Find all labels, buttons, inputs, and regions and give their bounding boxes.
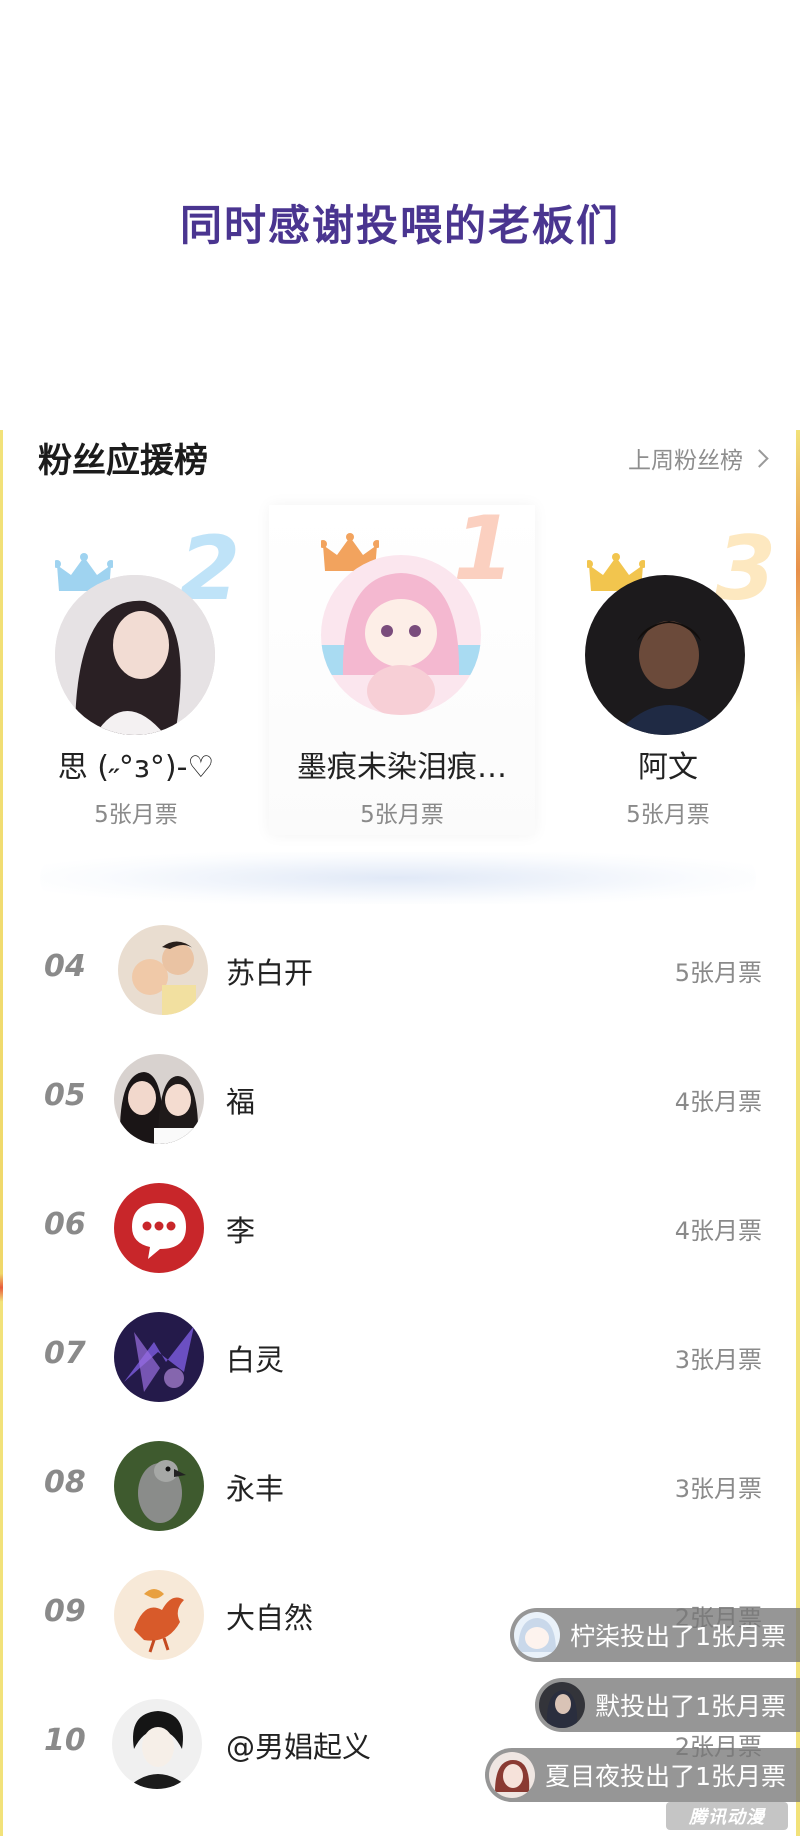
rank-number: 10 xyxy=(44,1723,86,1758)
podium-shadow-decoration xyxy=(40,852,756,904)
podium-votes: 5张月票 xyxy=(94,802,178,828)
avatar xyxy=(514,1612,561,1658)
avatar xyxy=(114,1570,204,1660)
toast-text: 默投出了1张月票 xyxy=(595,1692,786,1721)
podium-votes: 5张月票 xyxy=(360,802,444,828)
avatar xyxy=(585,575,745,735)
list-item[interactable]: 04 苏白开 5张月票 xyxy=(0,905,800,1033)
list-item[interactable]: 06 李 4张月票 xyxy=(0,1163,800,1291)
podium-name: 墨痕未染泪痕… xyxy=(297,750,507,785)
rank-number: 3 xyxy=(715,517,777,620)
rank-number: 06 xyxy=(44,1207,86,1242)
toast-text: 柠柒投出了1张月票 xyxy=(570,1622,786,1651)
podium-name: 阿文 xyxy=(638,750,698,785)
vote-count: 4张月票 xyxy=(674,1217,762,1245)
fan-name: @男娼起义 xyxy=(226,1730,372,1764)
avatar xyxy=(489,1752,536,1798)
fan-name: 苏白开 xyxy=(226,956,314,990)
list-item[interactable]: 08 永丰 3张月票 xyxy=(0,1421,800,1549)
rank-number: 07 xyxy=(44,1336,86,1371)
avatar xyxy=(114,1312,204,1402)
vote-count: 5张月票 xyxy=(674,959,762,987)
vote-toast: 默投出了1张月票 xyxy=(535,1678,800,1732)
avatar xyxy=(114,1183,204,1273)
fan-name: 永丰 xyxy=(226,1472,285,1506)
banner-title: 同时感谢投喂的老板们 xyxy=(179,201,620,250)
avatar xyxy=(118,925,208,1015)
avatar xyxy=(114,1054,204,1144)
toast-text: 夏目夜投出了1张月票 xyxy=(545,1762,786,1791)
rank-number: 09 xyxy=(44,1594,86,1629)
podium-name: 思 (˶°з°)-♡ xyxy=(57,750,215,785)
last-week-ranking-link[interactable]: 上周粉丝榜 xyxy=(628,441,769,475)
fan-name: 大自然 xyxy=(226,1601,314,1635)
fan-name: 李 xyxy=(226,1214,256,1248)
vote-count: 4张月票 xyxy=(674,1088,762,1116)
fan-name: 白灵 xyxy=(226,1343,285,1377)
avatar xyxy=(321,555,481,715)
podium-rank-2[interactable]: 2 思 (˶°з°)-♡ 5张月票 xyxy=(3,505,269,835)
avatar xyxy=(112,1699,202,1789)
avatar xyxy=(114,1441,204,1531)
fan-name: 福 xyxy=(226,1085,256,1119)
watermark-logo: 腾讯动漫 xyxy=(666,1802,788,1830)
rank-number: 08 xyxy=(44,1465,86,1500)
rank-number: 04 xyxy=(44,949,86,984)
avatar xyxy=(539,1682,586,1728)
podium-rank-3[interactable]: 3 阿文 5张月票 xyxy=(535,505,800,835)
vote-toast: 柠柒投出了1张月票 xyxy=(510,1608,800,1662)
avatar xyxy=(55,575,215,735)
list-item[interactable]: 05 福 4张月票 xyxy=(0,1034,800,1162)
podium-rank-1[interactable]: 1 墨痕未染泪痕… 5张月票 xyxy=(269,505,535,835)
podium-votes: 5张月票 xyxy=(626,802,710,828)
banner: 同时感谢投喂的老板们 xyxy=(0,0,800,430)
ranking-title: 粉丝应援榜 xyxy=(38,441,208,481)
vote-toast: 夏目夜投出了1张月票 xyxy=(485,1748,800,1802)
vote-count: 3张月票 xyxy=(674,1346,762,1374)
rank-number: 1 xyxy=(453,497,515,600)
list-item[interactable]: 07 白灵 3张月票 xyxy=(0,1292,800,1420)
chevron-right-icon xyxy=(750,448,769,468)
rank-number: 05 xyxy=(44,1078,86,1113)
vote-count: 3张月票 xyxy=(674,1475,762,1503)
last-week-label: 上周粉丝榜 xyxy=(628,448,743,474)
